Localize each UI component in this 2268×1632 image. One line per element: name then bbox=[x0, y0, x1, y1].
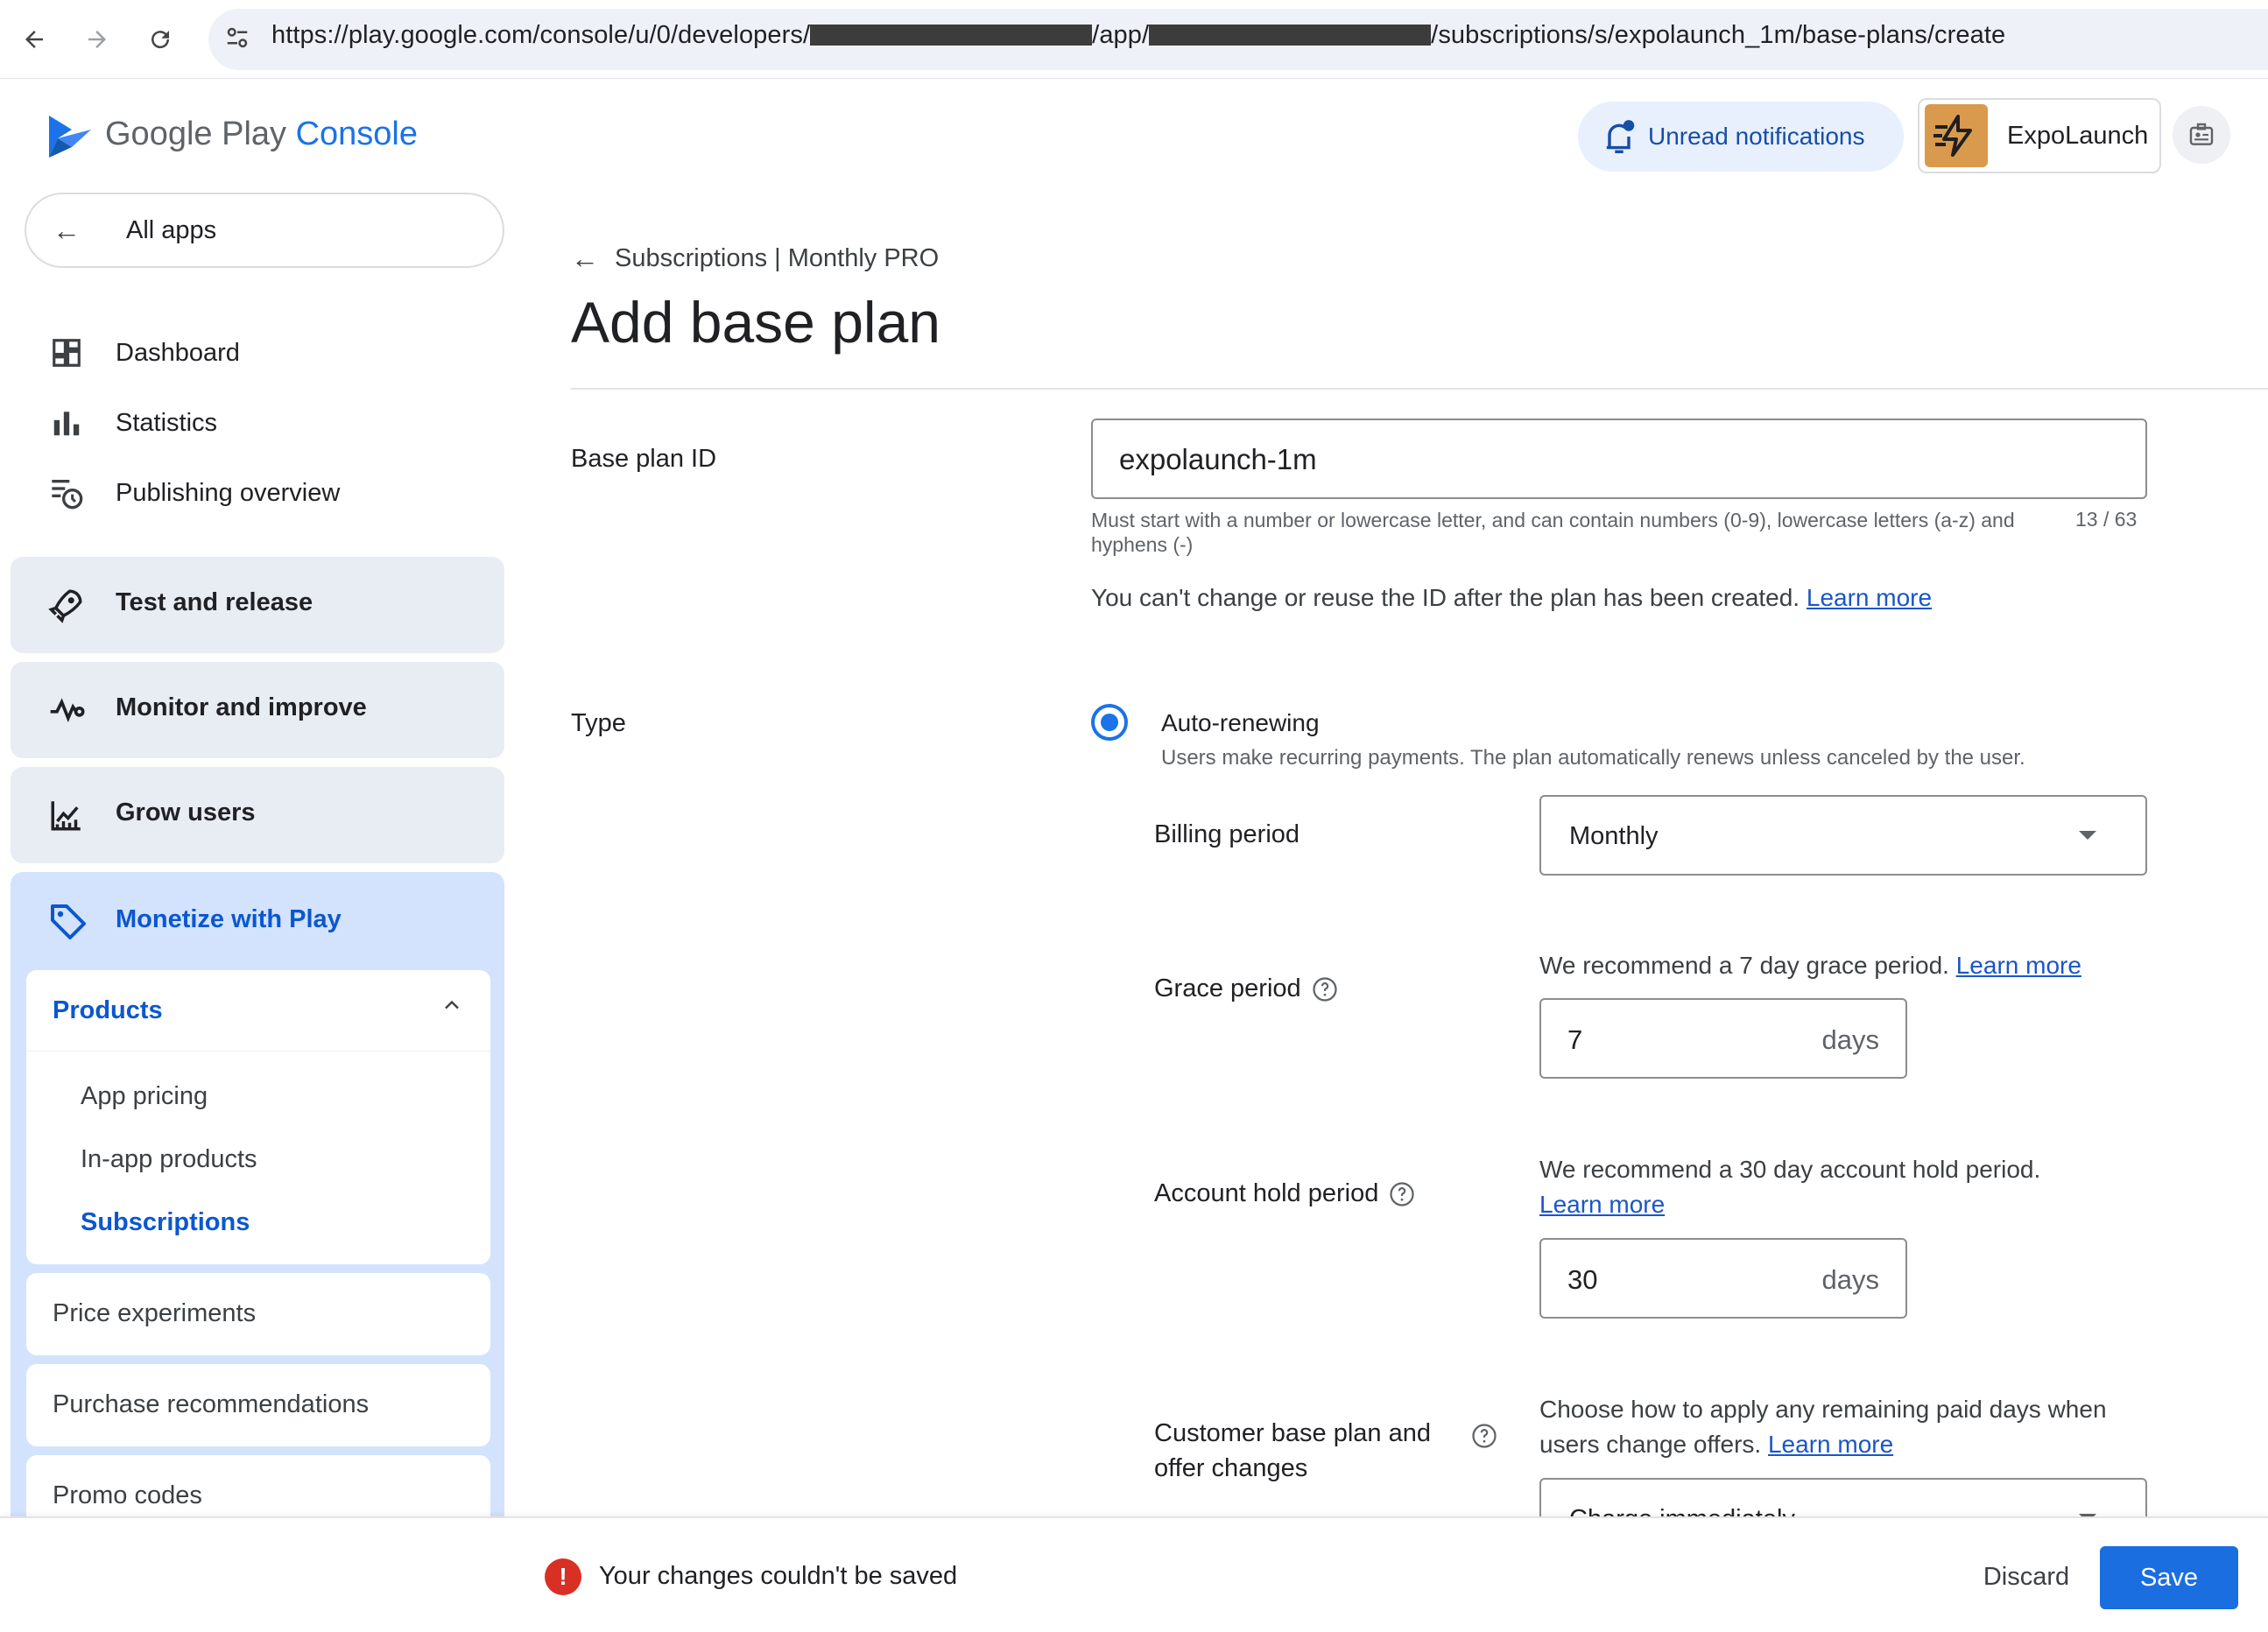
site-settings-icon[interactable] bbox=[224, 25, 250, 51]
base-plan-id-input[interactable]: expolaunch-1m bbox=[1091, 419, 2147, 499]
offer-changes-label: Customer base plan and offer changes bbox=[1154, 1419, 1431, 1482]
monetize-label[interactable]: Monetize with Play bbox=[116, 905, 342, 934]
sidebar-item-label: Price experiments bbox=[53, 1299, 257, 1327]
sidebar-item-dashboard[interactable]: Dashboard bbox=[0, 318, 517, 388]
learn-more-link[interactable]: Learn more bbox=[1956, 952, 2081, 979]
offer-changes-recommendation: Choose how to apply any remaining paid d… bbox=[1539, 1396, 2107, 1458]
save-button[interactable]: Save bbox=[2100, 1546, 2238, 1609]
redacted-app-id bbox=[1149, 25, 1432, 46]
sidebar-item-label: Publishing overview bbox=[116, 478, 341, 507]
sidebar-item-purchase-recommendations[interactable]: Purchase recommendations bbox=[26, 1364, 490, 1446]
breadcrumb-label: Subscriptions | Monthly PRO bbox=[615, 244, 940, 272]
sidebar-group-label: Monitor and improve bbox=[116, 693, 367, 721]
bottom-action-bar bbox=[0, 1516, 2268, 1632]
type-label: Type bbox=[571, 709, 626, 737]
publishing-history-icon bbox=[47, 474, 86, 512]
back-arrow-icon[interactable] bbox=[12, 18, 56, 61]
sidebar-item-publishing-overview[interactable]: Publishing overview bbox=[0, 458, 517, 528]
grace-period-recommendation: We recommend a 7 day grace period. Learn… bbox=[1539, 952, 2081, 979]
help-icon[interactable] bbox=[1312, 976, 1338, 1002]
products-header[interactable]: Products bbox=[53, 996, 163, 1025]
account-name: ExpoLaunch bbox=[2007, 121, 2149, 150]
sidebar-item-label: Promo codes bbox=[53, 1481, 202, 1509]
growth-chart-icon bbox=[47, 796, 86, 834]
app-account-switcher[interactable]: ExpoLaunch bbox=[1918, 98, 2161, 173]
grace-period-value: 7 bbox=[1567, 1024, 1583, 1055]
base-plan-id-value: expolaunch-1m bbox=[1119, 443, 1317, 475]
divider bbox=[26, 1051, 490, 1052]
sidebar-item-statistics[interactable]: Statistics bbox=[0, 388, 517, 458]
sidebar-item-label: Statistics bbox=[116, 408, 218, 437]
divider bbox=[571, 388, 2268, 390]
developer-profile-button[interactable] bbox=[2173, 106, 2230, 164]
billing-period-select[interactable]: Monthly bbox=[1539, 795, 2147, 876]
breadcrumb[interactable]: ← Subscriptions | Monthly PRO bbox=[571, 243, 939, 275]
base-plan-id-label: Base plan ID bbox=[571, 445, 717, 473]
account-hold-recommendation: We recommend a 30 day account hold perio… bbox=[1539, 1156, 2041, 1218]
base-plan-id-hint: Must start with a number or lowercase le… bbox=[1091, 509, 2015, 556]
grace-period-label: Grace period bbox=[1154, 974, 1301, 1002]
auto-renewing-label[interactable]: Auto-renewing bbox=[1161, 709, 1320, 737]
character-counter: 13 / 63 bbox=[2075, 508, 2138, 531]
vitals-icon bbox=[47, 691, 86, 729]
learn-more-link[interactable]: Learn more bbox=[1768, 1431, 1893, 1458]
account-hold-label: Account hold period bbox=[1154, 1179, 1379, 1207]
sidebar-group-grow-users[interactable]: Grow users bbox=[11, 767, 504, 863]
chevron-up-icon[interactable] bbox=[440, 993, 464, 1017]
sidebar-item-in-app-products[interactable]: In-app products bbox=[81, 1145, 257, 1174]
bar-chart-icon bbox=[47, 404, 86, 442]
logo-text[interactable]: Google Play Console bbox=[105, 116, 418, 153]
notification-bell-icon bbox=[1606, 120, 1635, 154]
account-hold-value: 30 bbox=[1567, 1264, 1598, 1295]
profile-card-icon bbox=[2189, 123, 2214, 145]
google-play-console-logo-icon[interactable] bbox=[46, 112, 95, 161]
reload-icon[interactable] bbox=[138, 18, 182, 61]
sidebar-item-label: Purchase recommendations bbox=[53, 1390, 370, 1418]
auto-renewing-description: Users make recurring payments. The plan … bbox=[1161, 746, 2025, 770]
sidebar-item-subscriptions[interactable]: Subscriptions bbox=[81, 1208, 250, 1237]
browser-toolbar: https://play.google.com/console/u/0/deve… bbox=[0, 0, 2268, 79]
offer-changes-label-row: Customer base plan and offer changes bbox=[1154, 1416, 1497, 1486]
billing-period-value: Monthly bbox=[1569, 822, 1659, 850]
sidebar-group-monitor-and-improve[interactable]: Monitor and improve bbox=[11, 662, 504, 758]
url-text[interactable]: https://play.google.com/console/u/0/deve… bbox=[271, 21, 2005, 50]
discard-button[interactable]: Discard bbox=[1963, 1548, 2089, 1606]
help-icon[interactable] bbox=[1471, 1423, 1497, 1449]
notifications-label: Unread notifications bbox=[1648, 123, 1865, 150]
sidebar-group-test-and-release[interactable]: Test and release bbox=[11, 557, 504, 653]
sidebar-item-app-pricing[interactable]: App pricing bbox=[81, 1082, 208, 1111]
learn-more-link[interactable]: Learn more bbox=[1539, 1191, 1665, 1218]
redacted-developer-id bbox=[810, 25, 1093, 46]
error-message: Your changes couldn't be saved bbox=[599, 1562, 958, 1590]
account-hold-label-row: Account hold period bbox=[1154, 1179, 1415, 1208]
forward-arrow-icon[interactable] bbox=[75, 18, 119, 61]
tag-icon bbox=[51, 904, 86, 939]
sidebar-item-price-experiments[interactable]: Price experiments bbox=[26, 1273, 490, 1355]
all-apps-label: All apps bbox=[126, 215, 217, 244]
sidebar-group-label: Grow users bbox=[116, 798, 256, 827]
days-unit: days bbox=[1821, 1264, 1879, 1295]
products-section: Products App pricing In-app products Sub… bbox=[26, 970, 490, 1264]
account-hold-input[interactable]: 30 days bbox=[1539, 1238, 1907, 1319]
page-title: Add base plan bbox=[571, 290, 941, 355]
back-arrow-icon: ← bbox=[571, 243, 599, 274]
learn-more-link[interactable]: Learn more bbox=[1807, 584, 1932, 611]
back-arrow-icon: ← bbox=[53, 214, 81, 246]
auto-renewing-radio[interactable] bbox=[1091, 704, 1128, 741]
grace-period-label-row: Grace period bbox=[1154, 974, 1338, 1003]
error-icon: ! bbox=[545, 1558, 581, 1595]
unread-notifications-button[interactable]: Unread notifications bbox=[1578, 102, 1904, 172]
sidebar-item-label: Dashboard bbox=[116, 338, 240, 367]
days-unit: days bbox=[1821, 1024, 1879, 1055]
rocket-icon bbox=[47, 586, 86, 624]
base-plan-id-note: You can't change or reuse the ID after t… bbox=[1091, 584, 1933, 611]
grace-period-input[interactable]: 7 days bbox=[1539, 998, 1907, 1079]
sidebar-group-label: Test and release bbox=[116, 588, 313, 616]
dropdown-caret-icon bbox=[2079, 831, 2096, 840]
dashboard-icon bbox=[47, 334, 86, 372]
help-icon[interactable] bbox=[1389, 1181, 1415, 1207]
app-icon bbox=[1925, 104, 1988, 167]
billing-period-label: Billing period bbox=[1154, 820, 1300, 848]
all-apps-button[interactable]: ← All apps bbox=[25, 193, 504, 268]
